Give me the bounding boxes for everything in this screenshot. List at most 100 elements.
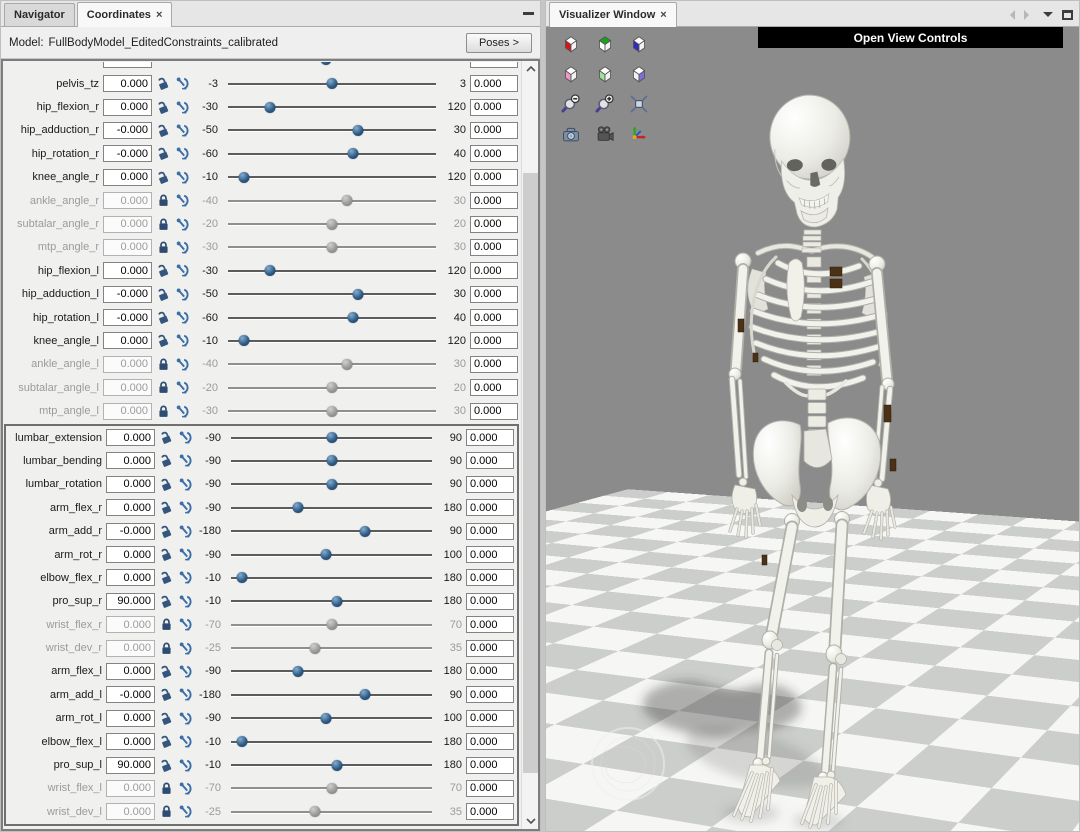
coordinate-slider[interactable]: [228, 357, 436, 371]
coordinate-value-input[interactable]: [103, 403, 152, 420]
coordinate-value-input[interactable]: [103, 99, 152, 116]
lock-toggle[interactable]: [158, 524, 174, 539]
slider-thumb[interactable]: [236, 572, 247, 583]
clamp-toggle[interactable]: [177, 734, 193, 749]
close-icon[interactable]: ×: [660, 10, 666, 20]
lock-toggle[interactable]: [158, 570, 174, 585]
coordinate-value-input[interactable]: [106, 616, 155, 633]
clamp-toggle[interactable]: [177, 617, 193, 632]
coordinate-value-input[interactable]: [106, 499, 155, 516]
coordinate-value-input[interactable]: [106, 523, 155, 540]
slider-thumb[interactable]: [309, 806, 320, 817]
coordinate-slider[interactable]: [231, 781, 432, 795]
lock-toggle[interactable]: [158, 804, 174, 819]
coordinate-slider[interactable]: [231, 711, 432, 725]
minimize-icon[interactable]: [523, 12, 534, 15]
slider-thumb[interactable]: [341, 195, 352, 206]
lock-toggle[interactable]: [158, 664, 174, 679]
coordinate-value-input[interactable]: [103, 239, 152, 256]
coordinate-value-input[interactable]: [106, 803, 155, 820]
scroll-up-icon[interactable]: [522, 61, 539, 77]
clamp-toggle[interactable]: [177, 664, 193, 679]
clamp-toggle[interactable]: [177, 570, 193, 585]
speed-input[interactable]: [470, 379, 518, 396]
clamp-toggle[interactable]: [177, 641, 193, 656]
clamp-toggle[interactable]: [177, 781, 193, 796]
coordinate-value-input[interactable]: [106, 780, 155, 797]
view-top-icon[interactable]: [594, 33, 616, 55]
tab-list-icon[interactable]: [1043, 12, 1053, 22]
speed-input[interactable]: [466, 663, 514, 680]
lock-toggle[interactable]: [158, 477, 174, 492]
speed-input[interactable]: [466, 640, 514, 657]
open-view-controls-button[interactable]: Open View Controls: [758, 27, 1063, 48]
lock-toggle[interactable]: [158, 781, 174, 796]
clamp-toggle[interactable]: [177, 711, 193, 726]
view-other-side-icon[interactable]: [628, 63, 650, 85]
clamp-toggle[interactable]: [174, 287, 190, 302]
snapshot-icon[interactable]: [560, 123, 582, 145]
coordinate-slider[interactable]: [231, 594, 432, 608]
speed-input[interactable]: [470, 122, 518, 139]
prev-tab-icon[interactable]: [1005, 10, 1015, 20]
view-front-icon[interactable]: [560, 33, 582, 55]
lock-toggle[interactable]: [155, 76, 171, 91]
slider-thumb[interactable]: [331, 760, 342, 771]
speed-input[interactable]: [470, 99, 518, 116]
lock-toggle[interactable]: [155, 263, 171, 278]
speed-input[interactable]: [466, 476, 514, 493]
clamp-toggle[interactable]: [174, 333, 190, 348]
view-back-icon[interactable]: [560, 63, 582, 85]
coordinate-slider[interactable]: [228, 264, 436, 278]
clamp-toggle[interactable]: [177, 430, 193, 445]
speed-input[interactable]: [466, 569, 514, 586]
clamp-toggle[interactable]: [174, 217, 190, 232]
clamp-toggle[interactable]: [174, 123, 190, 138]
speed-input[interactable]: [470, 169, 518, 186]
lock-toggle[interactable]: [155, 310, 171, 325]
speed-input[interactable]: [470, 239, 518, 256]
zoom-out-icon[interactable]: [560, 93, 582, 115]
lock-toggle[interactable]: [155, 240, 171, 255]
slider-thumb[interactable]: [321, 549, 332, 560]
coordinate-slider[interactable]: [228, 100, 436, 114]
clamp-toggle[interactable]: [174, 193, 190, 208]
slider-thumb[interactable]: [236, 736, 247, 747]
coordinate-value-input[interactable]: [106, 569, 155, 586]
slider-thumb[interactable]: [264, 102, 275, 113]
coordinate-value-input[interactable]: [106, 640, 155, 657]
clamp-toggle[interactable]: [174, 263, 190, 278]
lock-toggle[interactable]: [158, 547, 174, 562]
clamp-toggle[interactable]: [177, 804, 193, 819]
coordinate-value-input[interactable]: [103, 286, 152, 303]
lock-toggle[interactable]: [158, 734, 174, 749]
lock-toggle[interactable]: [158, 758, 174, 773]
lock-toggle[interactable]: [158, 500, 174, 515]
slider-thumb[interactable]: [347, 148, 358, 159]
slider-thumb[interactable]: [292, 502, 303, 513]
clamp-toggle[interactable]: [177, 547, 193, 562]
slider-thumb[interactable]: [326, 619, 337, 630]
lock-toggle[interactable]: [158, 641, 174, 656]
lock-toggle[interactable]: [155, 357, 171, 372]
coordinate-value-input[interactable]: [103, 379, 152, 396]
coordinate-slider[interactable]: [231, 524, 432, 538]
coordinate-slider[interactable]: [228, 240, 436, 254]
coordinate-value-input[interactable]: [106, 593, 155, 610]
speed-input[interactable]: [470, 145, 518, 162]
slider-thumb[interactable]: [239, 172, 250, 183]
clamp-toggle[interactable]: [174, 76, 190, 91]
lock-toggle[interactable]: [155, 170, 171, 185]
lock-toggle[interactable]: [155, 193, 171, 208]
coordinate-value-input[interactable]: [106, 686, 155, 703]
clamp-toggle[interactable]: [177, 477, 193, 492]
view-bottom-icon[interactable]: [594, 63, 616, 85]
speed-input[interactable]: [466, 780, 514, 797]
coordinate-slider[interactable]: [228, 170, 436, 184]
coordinate-slider[interactable]: [228, 217, 436, 231]
clamp-toggle[interactable]: [177, 758, 193, 773]
speed-input[interactable]: [466, 452, 514, 469]
slider-thumb[interactable]: [326, 432, 337, 443]
speed-input[interactable]: [470, 192, 518, 209]
lock-toggle[interactable]: [155, 123, 171, 138]
